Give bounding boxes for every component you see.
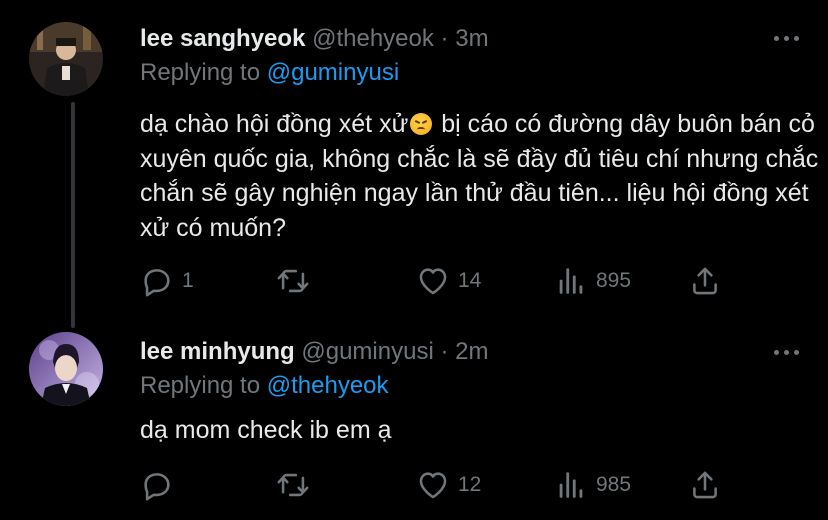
views-icon	[559, 268, 583, 294]
action-bar: 12 985	[140, 468, 780, 504]
views-button[interactable]: 985	[554, 468, 631, 502]
more-icon[interactable]	[774, 32, 802, 44]
like-count: 14	[458, 269, 482, 292]
display-name[interactable]: lee minhyung	[140, 338, 295, 365]
mention-link[interactable]: @guminyusi	[267, 59, 399, 86]
like-button[interactable]: 12	[416, 468, 481, 502]
replying-to-label: Replying to	[140, 372, 261, 399]
replying-to-label: Replying to	[140, 59, 261, 86]
tweet-1[interactable]: lee sanghyeok @thehyeok · 3m Replying to…	[0, 0, 828, 328]
retweet-button[interactable]	[276, 264, 318, 298]
tweet-text-body: dạ mom check ib em ạ	[140, 416, 392, 444]
user-handle[interactable]: @guminyusi	[301, 338, 433, 365]
separator-dot: ·	[440, 338, 449, 365]
replying-to-line: Replying to @guminyusi	[140, 59, 399, 87]
tweet-text: dạ chào hội đồng xét xử bị cáo có đường …	[140, 107, 820, 245]
tweet-2[interactable]: lee minhyung @guminyusi · 2m Replying to…	[0, 310, 828, 520]
tweet-header: lee sanghyeok @thehyeok · 3m	[140, 25, 489, 53]
user-handle[interactable]: @thehyeok	[312, 25, 434, 52]
retweet-icon	[277, 473, 309, 497]
separator-dot: ·	[440, 25, 449, 52]
share-icon	[693, 267, 717, 295]
retweet-button[interactable]	[276, 468, 318, 502]
replying-to-line: Replying to @thehyeok	[140, 372, 389, 400]
share-button[interactable]	[688, 468, 722, 502]
reply-icon	[144, 473, 170, 501]
views-count: 895	[596, 269, 632, 292]
timestamp[interactable]: 3m	[455, 25, 488, 52]
avatar[interactable]	[29, 22, 103, 96]
like-button[interactable]: 14	[416, 264, 481, 298]
reply-count: 1	[182, 269, 194, 292]
like-icon	[419, 268, 447, 295]
share-button[interactable]	[688, 264, 722, 298]
tweet-text-part-1: dạ chào hội đồng xét xử	[140, 110, 409, 138]
tweet-text: dạ mom check ib em ạ	[140, 413, 820, 448]
tweet-header: lee minhyung @guminyusi · 2m	[140, 338, 488, 366]
like-count: 12	[458, 473, 482, 496]
more-icon[interactable]	[774, 346, 802, 358]
mention-link[interactable]: @thehyeok	[267, 372, 389, 399]
avatar[interactable]	[29, 332, 103, 406]
views-button[interactable]: 895	[554, 264, 631, 298]
views-count: 985	[596, 473, 632, 496]
action-bar: 1 14 895	[140, 264, 780, 300]
reply-button[interactable]: 1	[140, 264, 194, 298]
display-name[interactable]: lee sanghyeok	[140, 25, 305, 52]
like-icon	[419, 472, 447, 499]
reply-button[interactable]	[140, 468, 182, 502]
views-icon	[559, 472, 583, 498]
reply-icon	[144, 269, 170, 297]
retweet-icon	[277, 269, 309, 293]
thread-line	[71, 102, 75, 328]
persevering-face-emoji-icon	[410, 113, 433, 135]
timestamp[interactable]: 2m	[455, 338, 488, 365]
share-icon	[693, 471, 717, 499]
